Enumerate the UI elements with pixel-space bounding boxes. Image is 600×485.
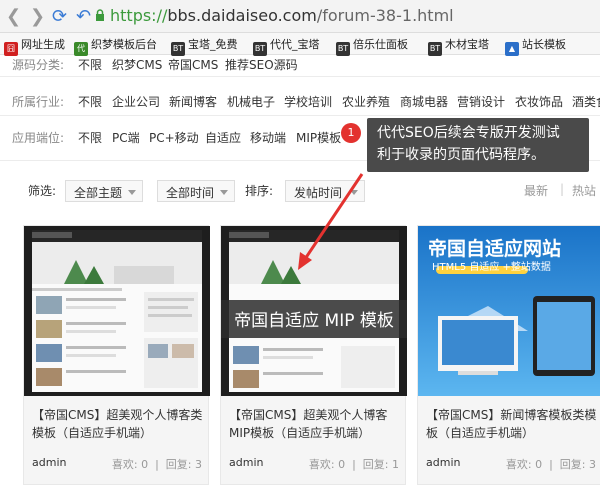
tooltip-line: 代代SEO后续会专版开发测试 [377,125,560,141]
notification-badge: 1 [341,123,361,143]
tooltip-line: 利于收录的页面代码程序。 [377,147,545,163]
annotation-tooltip: 代代SEO后续会专版开发测试 利于收录的页面代码程序。 [367,118,589,172]
annotation-arrow [298,173,364,270]
